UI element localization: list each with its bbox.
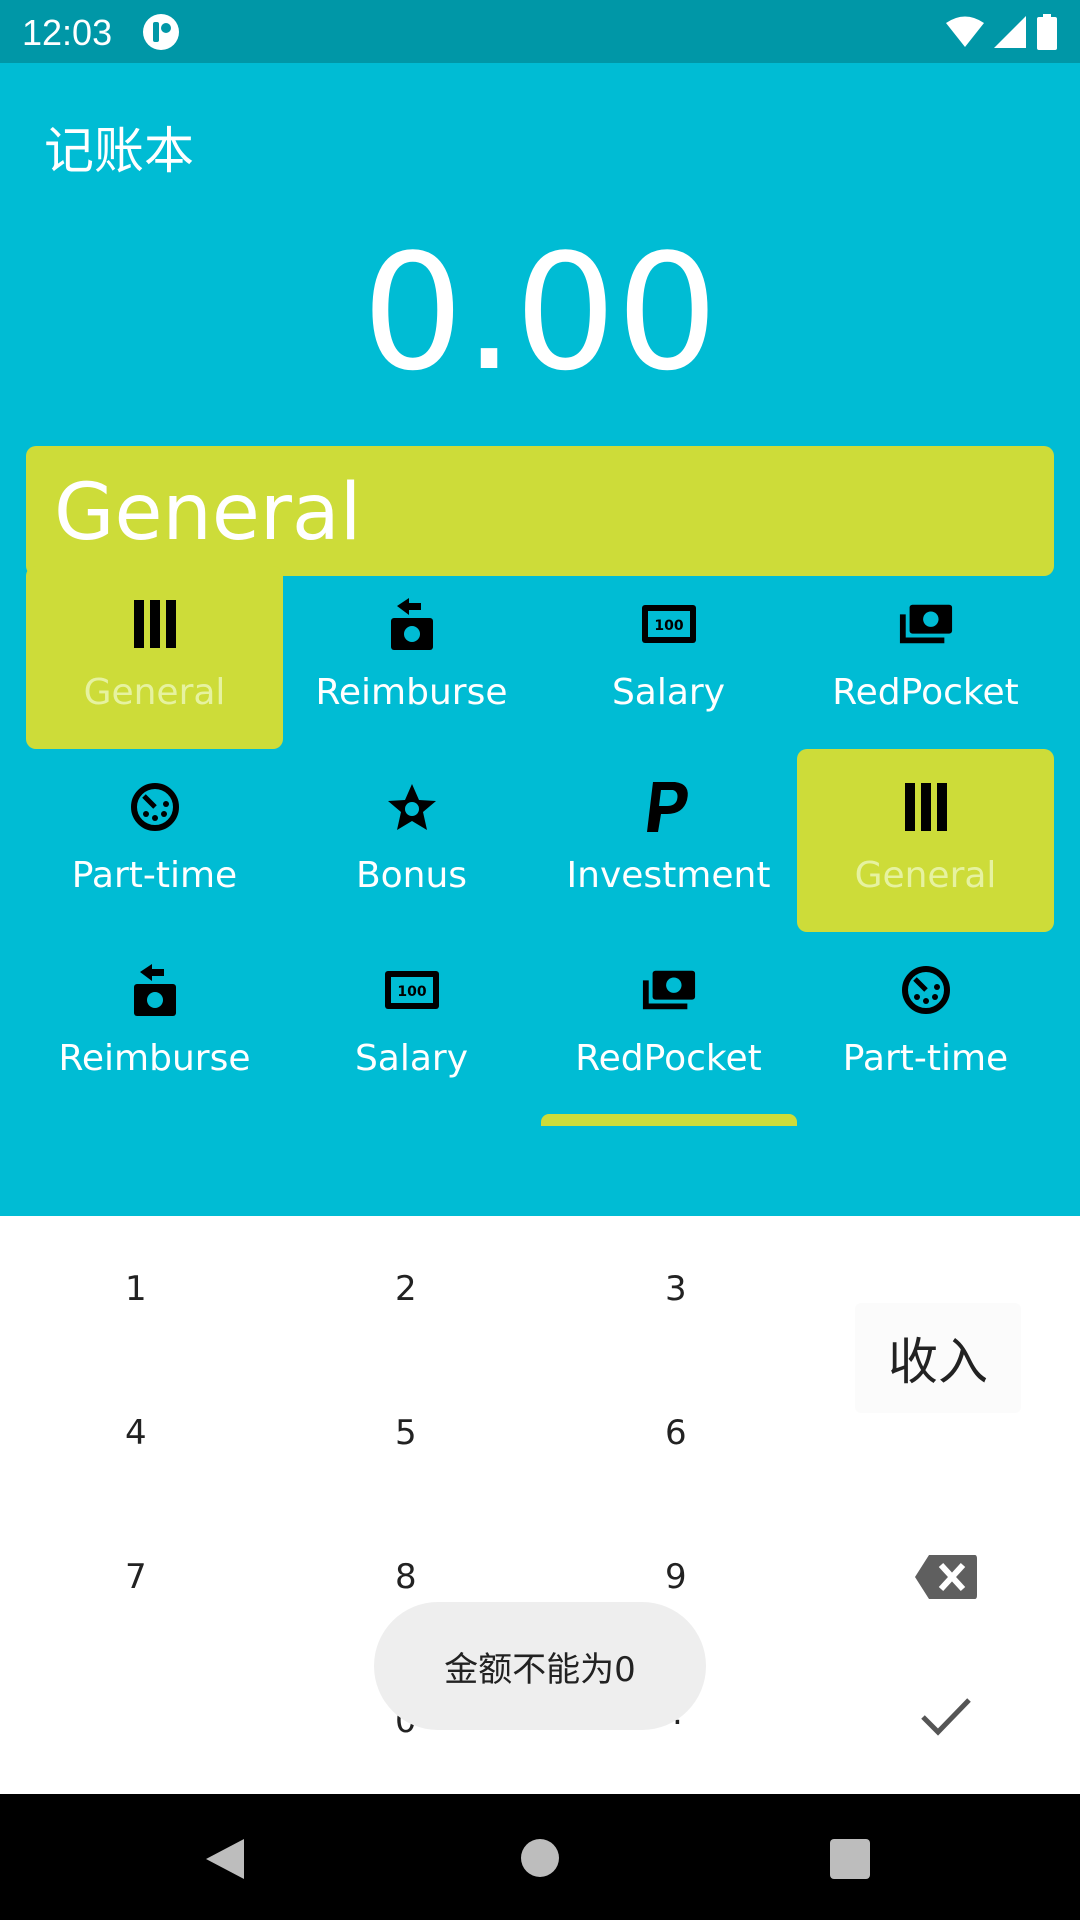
category-reimburse[interactable]: Reimburse — [26, 932, 283, 1115]
category-part-time[interactable]: Part-time — [797, 932, 1054, 1115]
key-6[interactable]: 6 — [665, 1416, 687, 1450]
key-7[interactable]: 7 — [125, 1560, 147, 1594]
category-bonus[interactable]: Bonus — [283, 749, 540, 932]
key-4[interactable]: 4 — [125, 1416, 147, 1450]
svg-text:100: 100 — [397, 984, 426, 1000]
income-type-button[interactable]: 收入 — [855, 1303, 1021, 1413]
check-icon[interactable] — [920, 1696, 972, 1736]
category-reimburse[interactable]: Reimburse — [283, 566, 540, 749]
category-label: Reimburse — [315, 672, 508, 713]
toast-message: 金额不能为0 — [374, 1602, 706, 1730]
key-3[interactable]: 3 — [665, 1272, 687, 1306]
bars-icon — [898, 779, 954, 835]
status-bar: 12:03 — [0, 0, 1080, 63]
paypal-icon — [641, 779, 697, 835]
key-5[interactable]: 5 — [395, 1416, 417, 1450]
category-redpocket[interactable]: RedPocket — [797, 566, 1054, 749]
money-return-icon — [127, 962, 183, 1018]
banknote-100-icon: 100 — [384, 962, 440, 1018]
bars-icon — [127, 596, 183, 652]
system-nav-bar — [0, 1794, 1080, 1920]
category-salary[interactable]: 100 Salary — [540, 566, 797, 749]
category-investment[interactable]: Investment — [540, 749, 797, 932]
recents-icon[interactable] — [830, 1839, 870, 1879]
app-title: 记账本 — [44, 122, 194, 180]
app-notification-icon — [143, 14, 179, 50]
category-label: Salary — [354, 1038, 469, 1079]
clock-icon — [898, 962, 954, 1018]
status-icons — [946, 12, 1058, 52]
selected-category-field: General — [26, 446, 1054, 576]
banknote-100-icon: 100 — [641, 596, 697, 652]
money-stack-icon — [641, 962, 697, 1018]
selected-category-label: General — [54, 468, 362, 558]
category-general[interactable]: General — [26, 566, 283, 749]
amount-display: 0.00 — [361, 219, 719, 406]
category-label: Part-time — [842, 1038, 1009, 1079]
svg-text:100: 100 — [654, 618, 683, 634]
page-indicator — [541, 1114, 797, 1126]
category-label: RedPocket — [575, 1038, 762, 1079]
category-salary[interactable]: 100 Salary — [283, 932, 540, 1115]
key-1[interactable]: 1 — [125, 1272, 147, 1306]
category-label: Bonus — [355, 855, 468, 896]
signal-icon — [994, 16, 1026, 48]
money-stack-icon — [898, 596, 954, 652]
category-redpocket[interactable]: RedPocket — [540, 932, 797, 1115]
back-icon[interactable] — [204, 1837, 246, 1881]
category-label: Reimburse — [58, 1038, 251, 1079]
category-label: Part-time — [71, 855, 238, 896]
status-time: 12:03 — [22, 12, 113, 53]
key-8[interactable]: 8 — [395, 1560, 417, 1594]
category-label: General — [854, 855, 997, 896]
category-label: Salary — [611, 672, 726, 713]
battery-icon — [1037, 14, 1057, 50]
category-grid: General Reimburse 100 Salary RedPocket P… — [26, 566, 1054, 1106]
clock-icon — [127, 779, 183, 835]
category-general[interactable]: General — [797, 749, 1054, 932]
category-label: RedPocket — [832, 672, 1019, 713]
key-2[interactable]: 2 — [395, 1272, 417, 1306]
backspace-icon[interactable] — [913, 1553, 979, 1601]
category-label: Investment — [566, 855, 771, 896]
key-9[interactable]: 9 — [665, 1560, 687, 1594]
star-badge-icon — [384, 779, 440, 835]
category-label: General — [83, 672, 226, 713]
wifi-icon — [946, 16, 984, 47]
money-return-icon — [384, 596, 440, 652]
category-part-time[interactable]: Part-time — [26, 749, 283, 932]
home-icon[interactable] — [521, 1839, 559, 1877]
